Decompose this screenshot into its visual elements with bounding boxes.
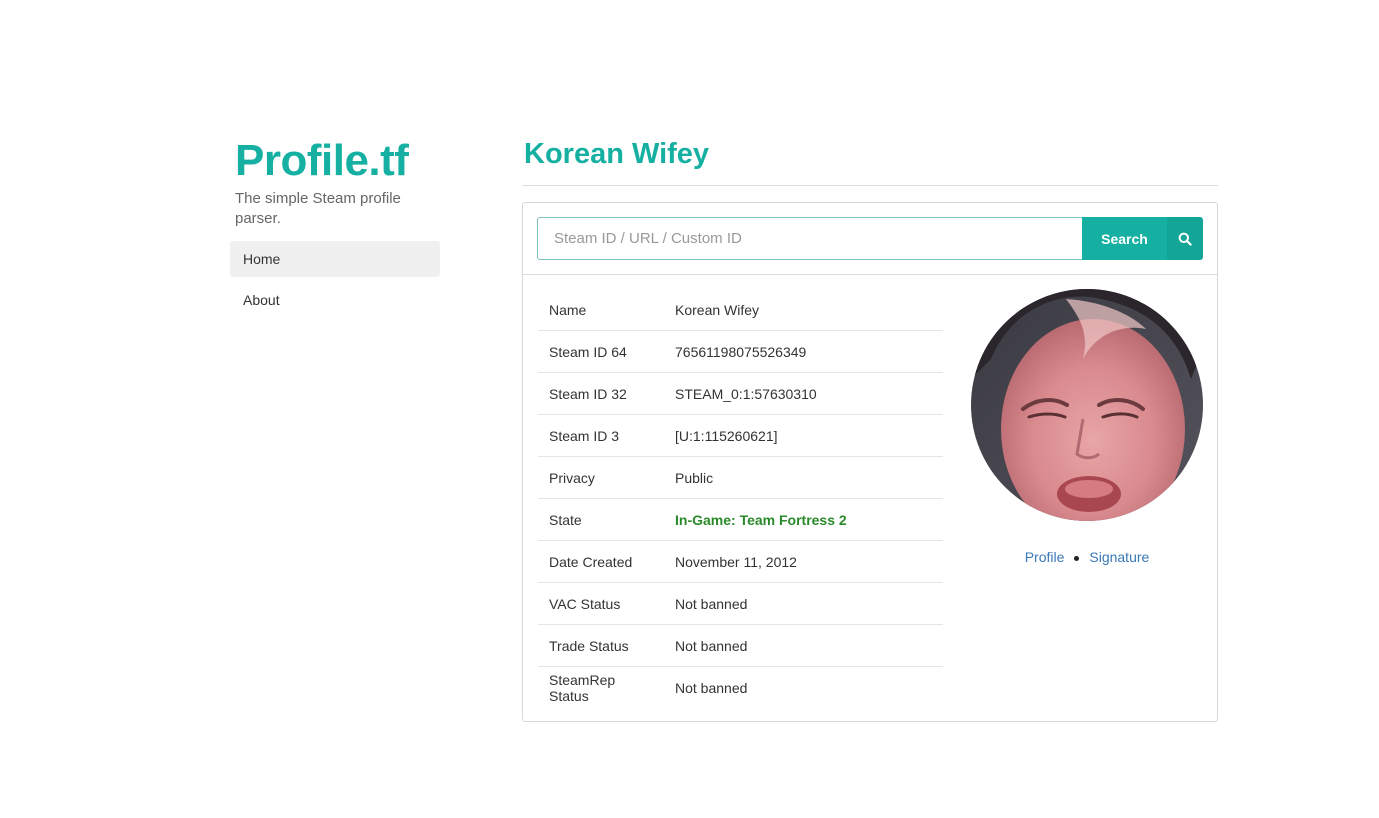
row-value: [U:1:115260621] xyxy=(664,414,943,457)
nav-item-home[interactable]: Home xyxy=(230,241,440,277)
signature-link[interactable]: Signature xyxy=(1089,549,1149,565)
nav-item-about[interactable]: About xyxy=(230,282,440,318)
row-key: SteamRep Status xyxy=(549,671,616,704)
table-row: VAC Status Not banned xyxy=(538,582,943,625)
state-value: In-Game: Team Fortress 2 xyxy=(664,498,943,541)
divider xyxy=(522,185,1218,186)
row-key: Name xyxy=(538,289,664,331)
search-icon-button[interactable] xyxy=(1167,217,1203,260)
search-icon xyxy=(1178,232,1192,246)
search-button[interactable]: Search xyxy=(1082,217,1167,260)
row-value: Not banned xyxy=(675,679,748,696)
tagline: The simple Steam profile parser. xyxy=(235,190,401,227)
row-key: Privacy xyxy=(538,456,664,499)
row-value: 76561198075526349 xyxy=(664,330,943,373)
table-row: SteamRep Status Not banned xyxy=(538,667,943,709)
avatar xyxy=(971,289,1203,521)
row-value: Public xyxy=(664,456,943,499)
row-key: Steam ID 64 xyxy=(538,330,664,373)
table-row: Name Korean Wifey xyxy=(538,289,943,331)
table-row: Date Created November 11, 2012 xyxy=(538,540,943,583)
table-row: Steam ID 3 [U:1:115260621] xyxy=(538,414,943,457)
table-row: Steam ID 32 STEAM_0:1:57630310 xyxy=(538,372,943,415)
row-key: VAC Status xyxy=(538,582,664,625)
row-key: Steam ID 32 xyxy=(538,372,664,415)
row-key: Steam ID 3 xyxy=(538,414,664,457)
row-key: Date Created xyxy=(538,540,664,583)
row-key: State xyxy=(538,498,664,541)
table-row: Steam ID 64 76561198075526349 xyxy=(538,330,943,373)
profile-links: Profile Signature xyxy=(971,549,1203,565)
row-value: November 11, 2012 xyxy=(664,540,943,583)
table-row: Trade Status Not banned xyxy=(538,624,943,667)
main-content: Korean Wifey Search Name Korean Wifey St xyxy=(522,135,1218,722)
sidebar-nav: Home About xyxy=(230,241,440,318)
profile-link[interactable]: Profile xyxy=(1025,549,1065,565)
page-title: Korean Wifey xyxy=(524,138,710,170)
row-value: Not banned xyxy=(664,582,943,625)
row-value: Korean Wifey xyxy=(664,289,943,331)
sidebar: Profile.tf The simple Steam profile pars… xyxy=(230,135,440,323)
row-value: STEAM_0:1:57630310 xyxy=(664,372,943,415)
search-bar: Search xyxy=(537,217,1203,260)
table-row: State In-Game: Team Fortress 2 xyxy=(538,498,943,541)
profile-panel: Search Name Korean Wifey Steam ID 64 765… xyxy=(522,202,1218,722)
separator-dot xyxy=(1074,555,1080,561)
search-input[interactable] xyxy=(537,217,1082,260)
row-key: Trade Status xyxy=(538,624,664,667)
profile-info-table: Name Korean Wifey Steam ID 64 7656119807… xyxy=(538,289,943,708)
table-row: Privacy Public xyxy=(538,456,943,499)
panel-divider xyxy=(523,274,1217,275)
row-value: Not banned xyxy=(664,624,943,667)
brand-logo[interactable]: Profile.tf xyxy=(235,135,440,187)
